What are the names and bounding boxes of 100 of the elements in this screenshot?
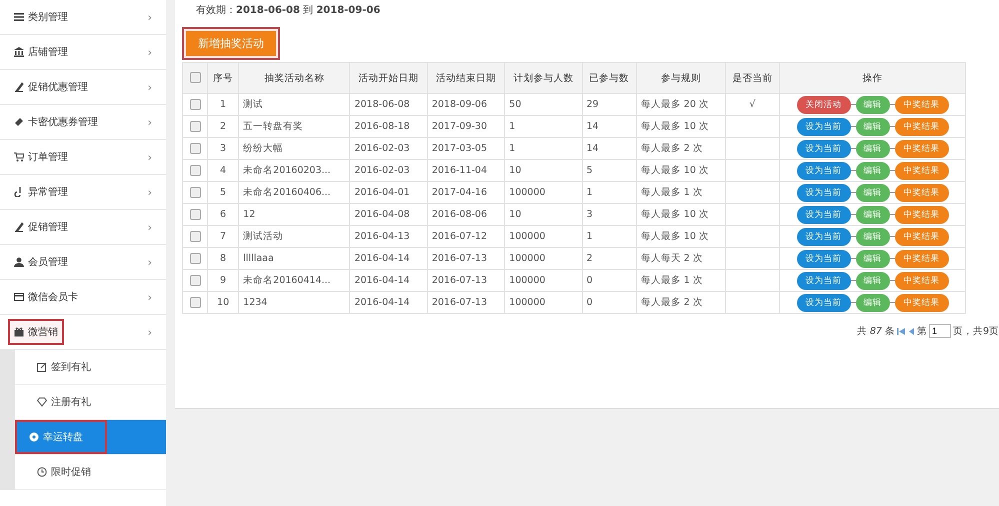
clock-icon [37,467,47,477]
checkbox[interactable] [190,230,200,242]
results-button[interactable]: 中奖结果 [894,162,949,180]
sidebar-label: 异常管理 [28,186,68,199]
table-cell: 5 [208,182,239,204]
table-cell: 8 [208,248,239,270]
checkbox[interactable] [190,252,200,264]
sidebar-item[interactable]: 订单管理 › [0,140,166,175]
sidebar-label: 会员管理 [28,256,68,269]
results-button[interactable]: 中奖结果 [894,140,949,158]
table-cell: 2016-02-03 [350,138,428,160]
sidebar-label: 微信会员卡 [28,290,78,304]
page-input[interactable]: 1 [928,324,951,338]
checkbox[interactable] [190,274,200,286]
sidebar-label: 卡密优惠券管理 [28,116,98,129]
table-cell: 2016-04-08 [350,204,428,226]
edit-button[interactable]: 编辑 [856,228,890,246]
chevron-icon: › [148,150,152,164]
table-cell: 14 [582,116,636,138]
sidebar-item[interactable]: 促销管理 › [0,210,166,245]
table-cell: 2016-11-04 [427,160,505,182]
table-cell: 2016-04-14 [350,270,428,292]
set-current-button[interactable]: 设为当前 [796,250,851,268]
table-cell: 2016-07-12 [427,226,505,248]
set-current-button[interactable]: 设为当前 [796,162,851,180]
checkbox[interactable] [190,72,200,84]
table-cell: 3 [582,204,636,226]
sidebar-item[interactable]: 店铺管理 › [0,35,166,70]
table-cell: 1 [582,182,636,204]
edit-button[interactable]: 编辑 [856,118,890,136]
column-header: 计划参与人数 [504,62,582,94]
table-cell: 14 [582,138,636,160]
add-activity-button[interactable]: 新增抽奖活动 [186,31,276,56]
column-header: 活动开始日期 [350,62,428,94]
chevron-icon: › [148,326,152,338]
set-current-button[interactable]: 设为当前 [796,294,851,312]
checkbox[interactable] [190,164,200,176]
set-current-button[interactable]: 设为当前 [796,272,851,290]
edit-button[interactable]: 编辑 [856,184,890,202]
table-cell: 未命名20160414... [238,270,350,292]
sidebar-item[interactable]: 异常管理 › [0,175,166,210]
set-current-button[interactable]: 设为当前 [796,140,851,158]
cart-icon [14,152,24,162]
checkbox[interactable] [190,120,200,132]
checkbox[interactable] [190,98,200,110]
results-button[interactable]: 中奖结果 [894,118,949,136]
results-button[interactable]: 中奖结果 [894,96,949,114]
sidebar-item[interactable]: 微信会员卡 › [0,280,166,315]
table-cell: 100000 [504,270,582,292]
sidebar-item[interactable]: 卡密优惠券管理 › [0,105,166,140]
results-button[interactable]: 中奖结果 [894,294,949,312]
checkbox[interactable] [190,296,200,308]
results-button[interactable]: 中奖结果 [894,206,949,224]
bank-icon [14,47,24,57]
edit-button[interactable]: 编辑 [856,140,890,158]
table-cell: 2016-04-13 [350,226,428,248]
page-count: 页，共9页 [952,324,999,338]
close-activity-button[interactable]: 关闭活动 [796,96,851,114]
table-cell: 10 [504,204,582,226]
table-cell: 50 [504,94,582,116]
table-cell: 2 [208,116,239,138]
table-cell: 每人最多 10 次 [636,160,726,182]
user-icon [14,257,24,267]
table-cell: 9 [208,270,239,292]
checkbox[interactable] [190,208,200,220]
edit-button[interactable]: 编辑 [856,206,890,224]
results-button[interactable]: 中奖结果 [894,228,949,246]
set-current-button[interactable]: 设为当前 [796,206,851,224]
checkbox[interactable] [190,142,200,154]
edit-button[interactable]: 编辑 [856,272,890,290]
column-header: 参与规则 [636,62,726,94]
table-cell: 7 [208,226,239,248]
chevron-icon: › [148,220,152,234]
edit-button[interactable]: 编辑 [856,250,890,268]
table-cell: 2016-08-06 [427,204,505,226]
results-button[interactable]: 中奖结果 [894,250,949,268]
table-cell: 每人最多 20 次 [636,94,726,116]
sidebar-item[interactable]: 会员管理 › [0,245,166,280]
results-button[interactable]: 中奖结果 [894,272,949,290]
sidebar-subitem[interactable]: 幸运转盘 [15,420,166,455]
results-button[interactable]: 中奖结果 [894,184,949,202]
edit-button[interactable]: 编辑 [856,96,890,114]
sidebar-label: 店铺管理 [28,46,68,59]
table-cell: 100000 [504,292,582,314]
table-cell: 2016-04-14 [350,248,428,270]
set-current-button[interactable]: 设为当前 [796,228,851,246]
edit-button[interactable]: 编辑 [856,294,890,312]
sidebar-item[interactable]: 促销优惠管理 › [0,70,166,105]
previous-page-icon[interactable] [908,326,915,336]
edit-button[interactable]: 编辑 [856,162,890,180]
table-cell: 3 [208,138,239,160]
pen-icon [14,222,24,232]
checkbox[interactable] [190,186,200,198]
sidebar-item[interactable]: 微营销 › [0,315,166,350]
set-current-button[interactable]: 设为当前 [796,184,851,202]
first-page-icon[interactable] [896,326,906,336]
sidebar-item[interactable]: 类别管理 › [0,0,166,35]
table-cell: 2016-02-03 [350,160,428,182]
set-current-button[interactable]: 设为当前 [796,118,851,136]
table-cell: 每人每天 2 次 [636,248,726,270]
